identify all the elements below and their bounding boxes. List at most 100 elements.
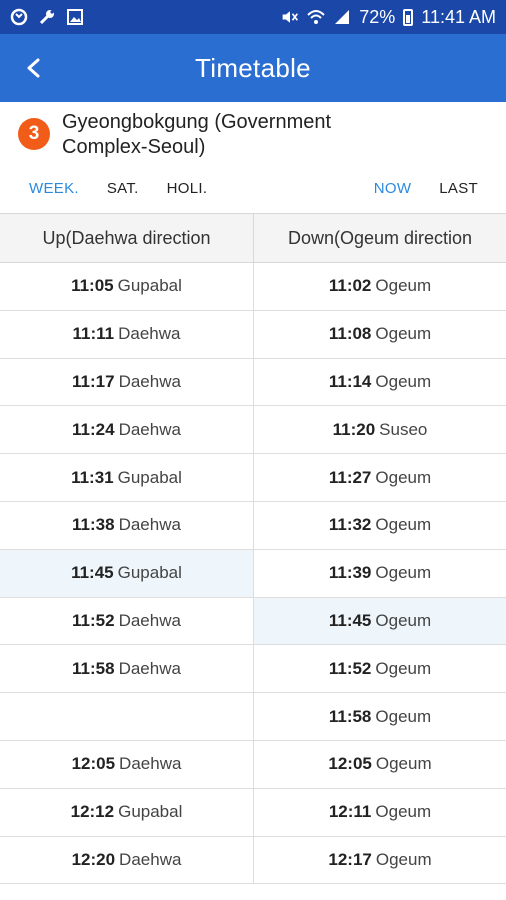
up-cell[interactable]: 11:17 Daehwa [0, 359, 253, 406]
status-bar: 72% 11:41 AM [0, 0, 506, 34]
table-row: 11:38 Daehwa 11:32 Ogeum [0, 501, 506, 550]
table-row: 12:20 Daehwa 12:17 Ogeum [0, 836, 506, 885]
back-button[interactable] [14, 48, 54, 88]
down-cell[interactable]: 11:08 Ogeum [253, 310, 506, 358]
up-time: 12:05 [71, 754, 116, 774]
down-time: 12:11 [328, 802, 372, 822]
mute-icon [281, 8, 299, 26]
up-dest: Daehwa [118, 658, 181, 678]
battery-icon [403, 8, 414, 26]
table-row: 11:31 Gupabal 11:27 Ogeum [0, 454, 506, 502]
up-cell[interactable]: 11:05 Gupabal [0, 263, 253, 310]
up-dest: Gupabal [117, 276, 182, 296]
wrench-icon [38, 8, 56, 26]
down-cell[interactable]: 11:32 Ogeum [253, 501, 506, 549]
station-header: 3 Gyeongbokgung (Government Complex-Seou… [0, 102, 506, 162]
down-dest: Ogeum [375, 324, 432, 344]
station-name: Gyeongbokgung (Government Complex-Seoul) [62, 110, 331, 160]
down-time: 11:08 [328, 324, 372, 344]
table-row: 11:17 Daehwa 11:14 Ogeum [0, 358, 506, 407]
table-row: 11:24 Daehwa 11:20 Suseo [0, 406, 506, 455]
schedule-tabs: WEEK. SAT. HOLI. NOW LAST [0, 170, 506, 206]
down-dest: Ogeum [375, 610, 432, 630]
table-row: 12:12 Gupabal 12:11 Ogeum [0, 788, 506, 837]
down-cell-next-train[interactable]: 11:45 Ogeum [253, 597, 506, 645]
up-time: 12:20 [71, 849, 116, 869]
up-time: 11:31 [71, 467, 114, 487]
table-row: 11:58 Ogeum [0, 693, 506, 741]
down-cell[interactable]: 11:20 Suseo [253, 406, 506, 454]
down-time: 12:17 [328, 849, 372, 869]
up-dest: Daehwa [119, 849, 182, 869]
tab-holiday[interactable]: HOLI. [167, 180, 208, 197]
up-dest: Gupabal [117, 563, 182, 583]
up-cell[interactable]: 12:20 Daehwa [0, 837, 253, 884]
table-header: Up(Daehwa direction Down(Ogeum direction [0, 214, 506, 263]
up-time: 11:24 [72, 419, 115, 439]
table-row: 11:58 Daehwa 11:52 Ogeum [0, 645, 506, 694]
station-name-line2: Complex-Seoul) [62, 136, 206, 158]
up-time: 11:17 [72, 371, 115, 391]
down-cell[interactable]: 11:52 Ogeum [253, 645, 506, 693]
up-time: 12:12 [70, 802, 115, 822]
up-cell[interactable]: 11:11 Daehwa [0, 311, 253, 358]
up-time: 11:38 [72, 515, 115, 535]
up-dest: Gupabal [118, 802, 183, 822]
signal-icon [333, 8, 351, 26]
down-cell[interactable]: 12:11 Ogeum [253, 788, 506, 836]
down-cell[interactable]: 12:17 Ogeum [253, 836, 506, 884]
down-time: 11:02 [328, 276, 372, 296]
table-row: 11:45 Gupabal 11:39 Ogeum [0, 549, 506, 598]
chevron-left-icon [27, 58, 40, 78]
header-up: Up(Daehwa direction [42, 227, 211, 248]
down-dest: Ogeum [375, 276, 432, 296]
down-dest: Suseo [379, 419, 428, 439]
tab-weekday[interactable]: WEEK. [29, 180, 79, 197]
image-icon [66, 8, 84, 26]
down-dest: Ogeum [375, 706, 432, 726]
down-dest: Ogeum [375, 754, 432, 774]
down-dest: Ogeum [375, 802, 432, 822]
up-cell[interactable]: 11:52 Daehwa [0, 598, 253, 645]
down-cell[interactable]: 11:02 Ogeum [253, 263, 506, 310]
down-dest: Ogeum [375, 515, 432, 535]
up-dest: Daehwa [118, 324, 181, 344]
up-cell-next-train[interactable]: 11:45 Gupabal [0, 549, 253, 597]
tab-saturday[interactable]: SAT. [107, 180, 139, 197]
up-cell[interactable]: 12:12 Gupabal [0, 789, 253, 836]
up-cell[interactable]: 11:31 Gupabal [0, 454, 253, 501]
down-time: 12:05 [328, 754, 372, 774]
down-time: 11:20 [332, 419, 376, 439]
down-time: 11:58 [328, 706, 372, 726]
last-button[interactable]: LAST [439, 180, 478, 197]
up-cell[interactable]: 12:05 Daehwa [0, 741, 253, 788]
down-cell[interactable]: 11:39 Ogeum [253, 549, 506, 597]
down-cell[interactable]: 11:27 Ogeum [253, 454, 506, 501]
up-cell[interactable]: 11:58 Daehwa [0, 645, 253, 692]
up-cell[interactable]: 11:38 Daehwa [0, 502, 253, 549]
down-dest: Ogeum [375, 563, 432, 583]
table-row: 11:52 Daehwa 11:45 Ogeum [0, 597, 506, 646]
up-cell [0, 693, 253, 740]
up-dest: Daehwa [118, 371, 181, 391]
up-time: 11:05 [71, 276, 114, 296]
down-time: 11:14 [328, 371, 372, 391]
wifi-icon [307, 8, 325, 26]
table-row: 11:05 Gupabal 11:02 Ogeum [0, 263, 506, 311]
down-dest: Ogeum [375, 467, 432, 487]
sync-icon [10, 8, 28, 26]
up-time: 11:11 [72, 324, 115, 344]
down-time: 11:39 [328, 563, 372, 583]
down-cell[interactable]: 12:05 Ogeum [253, 740, 506, 788]
up-dest: Daehwa [118, 419, 181, 439]
page-title: Timetable [195, 52, 311, 83]
battery-level: 72% [359, 6, 396, 27]
down-time: 11:45 [328, 610, 372, 630]
down-time: 11:27 [328, 467, 372, 487]
now-button[interactable]: NOW [374, 180, 412, 197]
down-cell[interactable]: 11:58 Ogeum [253, 693, 506, 740]
down-cell[interactable]: 11:14 Ogeum [253, 358, 506, 406]
table-row: 12:05 Daehwa 12:05 Ogeum [0, 740, 506, 789]
up-cell[interactable]: 11:24 Daehwa [0, 406, 253, 453]
timetable: Up(Daehwa direction Down(Ogeum direction… [0, 213, 506, 900]
